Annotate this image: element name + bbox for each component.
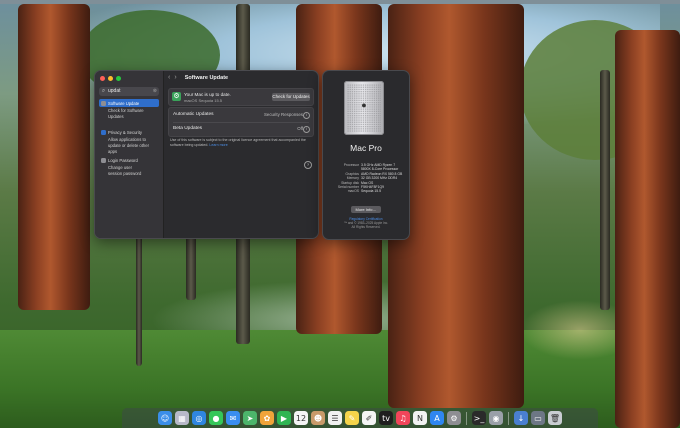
license-note-text: Use of this software is subject to the o… xyxy=(170,138,306,147)
back-button[interactable]: ‹ xyxy=(168,71,170,85)
dock-reminders-icon[interactable]: ☰ xyxy=(328,411,342,425)
sidebar-search-result[interactable]: Allow applications to xyxy=(99,137,159,142)
zoom-button[interactable] xyxy=(116,76,121,81)
dock-contacts-icon[interactable]: ☻ xyxy=(311,411,325,425)
dock-messages-icon[interactable]: ● xyxy=(209,411,223,425)
dock-notes-icon[interactable]: ✎ xyxy=(345,411,359,425)
beta-updates-label: Beta Updates xyxy=(173,126,203,131)
automatic-updates-label: Automatic Updates xyxy=(173,112,214,117)
spec-value: Sequoia 15.5 xyxy=(361,189,381,194)
dock-safari-icon[interactable]: ◎ xyxy=(192,411,206,425)
mac-model-name: Mac Pro xyxy=(350,143,382,153)
sidebar-item-label: Privacy & Security xyxy=(108,129,142,135)
sidebar-search-result[interactable]: apps xyxy=(99,149,159,154)
sidebar-search-result[interactable]: Change user xyxy=(99,165,159,170)
spec-row: Processor 3.5 GHz AMD Ryzen 7 5800X 8-Cor… xyxy=(329,163,405,172)
spec-list: Processor 3.5 GHz AMD Ryzen 7 5800X 8-Cor… xyxy=(329,163,405,194)
about-footer: Regulatory Certification ™ and © 1983–20… xyxy=(323,217,409,229)
software-update-pane: ‹ › Software Update ⚙ Your Mac is up to … xyxy=(164,71,318,238)
settings-search-field[interactable]: ⌕ updat ⊗ xyxy=(99,87,159,96)
sidebar-item[interactable]: Privacy & Security Allow applications to u… xyxy=(99,128,159,155)
dock-music-icon[interactable]: ♫ xyxy=(396,411,410,425)
divider xyxy=(173,122,309,123)
sidebar-item-row[interactable]: Privacy & Security xyxy=(99,128,159,136)
dock-trash-icon[interactable]: 🗑 xyxy=(548,411,562,425)
dock-downloads-icon[interactable]: ↓ xyxy=(514,411,528,425)
apple-logo-icon: ● xyxy=(361,100,367,110)
window-controls xyxy=(100,76,121,81)
dock: ☺ ▦ ◎ ● ✉ ➤ ✿ ▶ 12 ☻ ☰ ✎ ✐ tv ♫ N A ⚙ >_ ◉ ↓ ▭ 🗑 xyxy=(122,408,598,428)
sidebar-item-label: Software Update xyxy=(108,100,140,106)
spec-row: macOS Sequoia 15.5 xyxy=(329,189,405,193)
search-icon: ⌕ xyxy=(101,88,106,94)
dock-disk-utility-icon[interactable]: ◉ xyxy=(489,411,503,425)
copyright-line: All Rights Reserved. xyxy=(351,225,381,229)
sidebar-item[interactable]: Login Password Change user session passwor… xyxy=(99,156,159,176)
more-info-button[interactable]: More Info… xyxy=(351,206,381,213)
license-note: Use of this software is subject to the o… xyxy=(170,138,312,147)
macos-version-text: macOS Sequoia 15.5 xyxy=(184,98,223,103)
tree-trunk xyxy=(615,30,680,428)
update-status-text: Your Mac is up to date. xyxy=(184,92,231,97)
help-button[interactable]: ? xyxy=(304,161,312,169)
dock-system-settings-icon[interactable]: ⚙ xyxy=(447,411,461,425)
sidebar-search-result[interactable]: Updates xyxy=(99,114,159,119)
software-update-gear-icon: ⚙ xyxy=(172,92,181,101)
sidebar-item-label: Login Password xyxy=(108,157,138,163)
beta-updates-info-icon[interactable]: i xyxy=(303,126,310,133)
dock-news-icon[interactable]: N xyxy=(413,411,427,425)
check-for-updates-button[interactable]: Check for Updates xyxy=(272,93,310,101)
sidebar-search-result[interactable]: update or delete other xyxy=(99,143,159,148)
pane-toolbar: ‹ › Software Update xyxy=(164,71,318,85)
dock-launchpad-icon[interactable]: ▦ xyxy=(175,411,189,425)
dock-finder-icon[interactable]: ☺ xyxy=(158,411,172,425)
dock-freeform-icon[interactable]: ✐ xyxy=(362,411,376,425)
update-status-card: ⚙ Your Mac is up to date. macOS Sequoia … xyxy=(168,88,314,106)
dock-maps-icon[interactable]: ➤ xyxy=(243,411,257,425)
forward-button[interactable]: › xyxy=(174,71,176,85)
spec-key: Processor xyxy=(343,163,359,167)
tree-trunk xyxy=(18,4,90,310)
close-button[interactable] xyxy=(100,76,105,81)
spec-value: 3.5 GHz AMD Ryzen 7 5800X 8-Core Process… xyxy=(361,163,399,172)
settings-sidebar: ⌕ updat ⊗ Software Update Check for Softw… xyxy=(95,71,164,238)
update-options-card: Automatic Updates Security Responses i B… xyxy=(168,107,314,137)
dock-mail-icon[interactable]: ✉ xyxy=(226,411,240,425)
sidebar-search-result[interactable]: Check for Software xyxy=(99,108,159,113)
dock-terminal-icon[interactable]: >_ xyxy=(472,411,486,425)
spec-key: macOS xyxy=(347,189,359,194)
dock-separator xyxy=(508,411,509,425)
search-input[interactable]: updat xyxy=(108,87,121,96)
dock-photos-icon[interactable]: ✿ xyxy=(260,411,274,425)
sidebar-item-icon xyxy=(101,157,106,163)
dock-tv-icon[interactable]: tv xyxy=(379,411,393,425)
sidebar-item-icon xyxy=(101,129,106,135)
learn-more-link[interactable]: Learn more xyxy=(209,143,227,147)
sidebar-search-result[interactable]: session password xyxy=(99,171,159,176)
tree-trunk xyxy=(600,70,610,310)
dock-window-icon[interactable]: ▭ xyxy=(531,411,545,425)
dock-app-store-icon[interactable]: A xyxy=(430,411,444,425)
mac-pro-image: ● xyxy=(344,81,384,135)
pane-title: Software Update xyxy=(184,75,229,81)
dock-facetime-icon[interactable]: ▶ xyxy=(277,411,291,425)
automatic-updates-info-icon[interactable]: i xyxy=(303,112,310,119)
sidebar-item-icon xyxy=(101,100,106,106)
dock-separator xyxy=(466,411,467,425)
tree-trunk xyxy=(186,230,196,300)
minimize-button[interactable] xyxy=(108,76,113,81)
sidebar-item-row[interactable]: Software Update xyxy=(99,99,159,107)
clear-search-icon[interactable]: ⊗ xyxy=(153,87,157,96)
about-this-mac-window: ● Mac Pro Processor 3.5 GHz AMD Ryzen 7 5… xyxy=(322,70,410,240)
tree-trunk xyxy=(136,236,142,366)
automatic-updates-value: Security Responses xyxy=(263,112,303,117)
sidebar-item-row[interactable]: Login Password xyxy=(99,156,159,164)
dock-calendar-icon[interactable]: 12 xyxy=(294,411,308,425)
sidebar-item[interactable]: Software Update Check for Software Updates xyxy=(99,99,159,119)
system-settings-window: ⌕ updat ⊗ Software Update Check for Softw… xyxy=(94,70,319,239)
